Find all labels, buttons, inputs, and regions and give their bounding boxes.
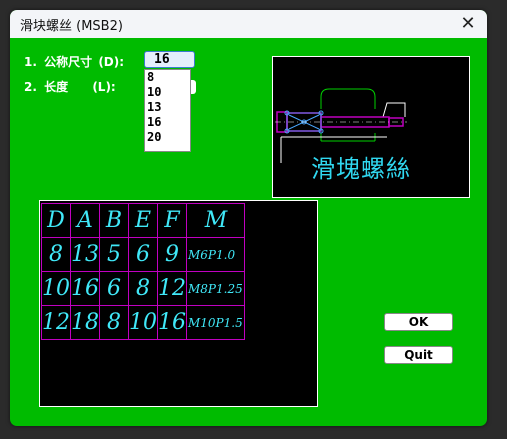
table-cell: 13 (70, 237, 100, 272)
label-row2-key: (L): (92, 80, 116, 94)
table-cell: 8 (41, 237, 71, 272)
table-header-cell: F (157, 203, 187, 238)
table-row: 12 18 8 10 16 M10P1.5 (41, 305, 245, 340)
table-cell: M6P1.0 (186, 237, 245, 272)
table-cell: 6 (99, 271, 129, 306)
table-cell: M10P1.5 (186, 305, 245, 340)
table-cell: 10 (41, 271, 71, 306)
table-header-cell: A (70, 203, 100, 238)
nominal-size-dropdown-list[interactable]: 8 10 13 16 20 (144, 69, 191, 152)
table-header-cell: D (41, 203, 71, 238)
preview-caption: 滑塊螺絲 (311, 155, 411, 183)
table-cell: 5 (99, 237, 129, 272)
label-row1-num: 1. (24, 55, 37, 69)
table-header-cell: M (186, 203, 245, 238)
label-row1-key: (D): (98, 55, 125, 69)
dropdown-option[interactable]: 16 (145, 115, 190, 130)
table-cell: 16 (70, 271, 100, 306)
quit-button[interactable]: Quit (384, 346, 453, 364)
nominal-size-value: 16 (154, 52, 170, 67)
table-cell: 9 (157, 237, 187, 272)
window-title: 滑块螺丝 (MSB2) (20, 19, 123, 34)
label-row1-name: 公称尺寸 (44, 55, 93, 69)
table-cell: 12 (157, 271, 187, 306)
table-header-cell: E (128, 203, 158, 238)
label-nominal-size: 1. 公称尺寸 (D): (24, 53, 124, 70)
dropdown-option[interactable]: 10 (145, 85, 190, 100)
dialog-window: 滑块螺丝 (MSB2) ✕ 1. 公称尺寸 (D): 2. 长度 (L): 16… (10, 10, 487, 426)
table-cell: 18 (70, 305, 100, 340)
part-preview-image: 滑塊螺絲 (272, 56, 470, 198)
table-header-cell: B (99, 203, 129, 238)
title-bar[interactable]: 滑块螺丝 (MSB2) ✕ (10, 10, 487, 38)
dropdown-option[interactable]: 8 (145, 70, 190, 85)
table-row: 8 13 5 6 9 M6P1.0 (41, 237, 245, 272)
label-row2-name: 长度 (44, 80, 69, 94)
dropdown-option[interactable]: 13 (145, 100, 190, 115)
close-icon[interactable]: ✕ (457, 13, 479, 35)
table-cell: 8 (99, 305, 129, 340)
table-header-row: D A B E F M (41, 203, 245, 238)
nominal-size-combo[interactable]: 16 (144, 51, 195, 68)
dimension-table: D A B E F M 8 13 5 6 9 M6P1.0 10 16 6 8 … (41, 203, 245, 340)
label-row2-num: 2. (24, 80, 37, 94)
ok-button[interactable]: OK (384, 313, 453, 331)
table-cell: M8P1.25 (186, 271, 245, 306)
table-cell: 6 (128, 237, 158, 272)
table-cell: 8 (128, 271, 158, 306)
dropdown-option[interactable]: 20 (145, 130, 190, 145)
table-row: 10 16 6 8 12 M8P1.25 (41, 271, 245, 306)
table-cell: 10 (128, 305, 158, 340)
table-cell: 12 (41, 305, 71, 340)
table-cell: 16 (157, 305, 187, 340)
dimension-table-panel: D A B E F M 8 13 5 6 9 M6P1.0 10 16 6 8 … (39, 200, 318, 407)
label-length: 2. 长度 (L): (24, 78, 116, 95)
length-combo[interactable] (191, 80, 196, 94)
